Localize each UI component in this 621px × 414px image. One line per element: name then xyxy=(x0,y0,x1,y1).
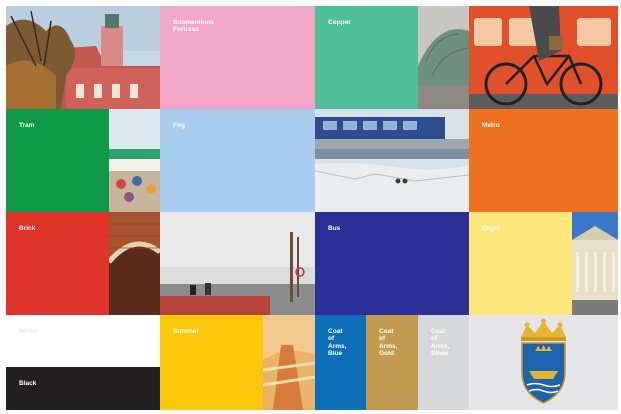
brick-arch-photo xyxy=(109,212,160,315)
copper-swatch: Copper xyxy=(315,6,418,109)
swatch-label: Brick xyxy=(19,225,36,232)
swatch-label: Bus xyxy=(328,225,341,232)
pier-fog-photo xyxy=(160,212,315,315)
winter-bus-photo xyxy=(315,109,469,212)
tram-swatch: Tram xyxy=(6,109,109,212)
swatch-label: Coat of Arms, Gold xyxy=(379,328,398,358)
swatch-label: Suomenlinna Fortress xyxy=(173,19,214,34)
swatch-label: Summer xyxy=(173,328,200,335)
helsinki-coat-of-arms-icon xyxy=(521,318,566,404)
swatch-label: Metro xyxy=(482,122,500,129)
swatch-label: White xyxy=(19,328,37,335)
suomenlinna-fortress-swatch: Suomenlinna Fortress xyxy=(160,6,315,109)
coat-of-arms-gold-swatch: Coat of Arms, Gold xyxy=(366,315,418,410)
coat-of-arms-blue-swatch: Coat of Arms, Blue xyxy=(315,315,366,410)
swatch-label: Coat of Arms, Blue xyxy=(328,328,347,358)
engel-building-photo xyxy=(572,212,618,315)
summer-photo xyxy=(263,315,315,410)
fortress-photo xyxy=(6,6,160,109)
brick-swatch: Brick xyxy=(6,212,109,315)
coat-of-arms-tile xyxy=(469,315,618,410)
fog-swatch: Fog xyxy=(160,109,315,212)
metro-swatch: Metro xyxy=(469,109,618,212)
tram-market-photo xyxy=(109,109,160,212)
color-palette-board: Suomenlinna Fortress Copper Tram Fog Met… xyxy=(6,6,618,410)
swatch-label: Coat of Arms, Silver xyxy=(431,328,450,358)
copper-dome-photo xyxy=(418,6,469,109)
swatch-label: Black xyxy=(19,380,37,387)
engel-swatch: Engel xyxy=(469,212,572,315)
black-swatch: Black xyxy=(6,367,160,410)
coat-of-arms-silver-swatch: Coat of Arms, Silver xyxy=(418,315,469,410)
summer-swatch: Summer xyxy=(160,315,263,410)
metro-bicycle-photo xyxy=(469,6,618,109)
white-swatch: White xyxy=(6,315,160,367)
swatch-label: Copper xyxy=(328,19,351,26)
swatch-label: Engel xyxy=(482,225,500,232)
bus-swatch: Bus xyxy=(315,212,469,315)
swatch-label: Tram xyxy=(19,122,35,129)
swatch-label: Fog xyxy=(173,122,185,129)
